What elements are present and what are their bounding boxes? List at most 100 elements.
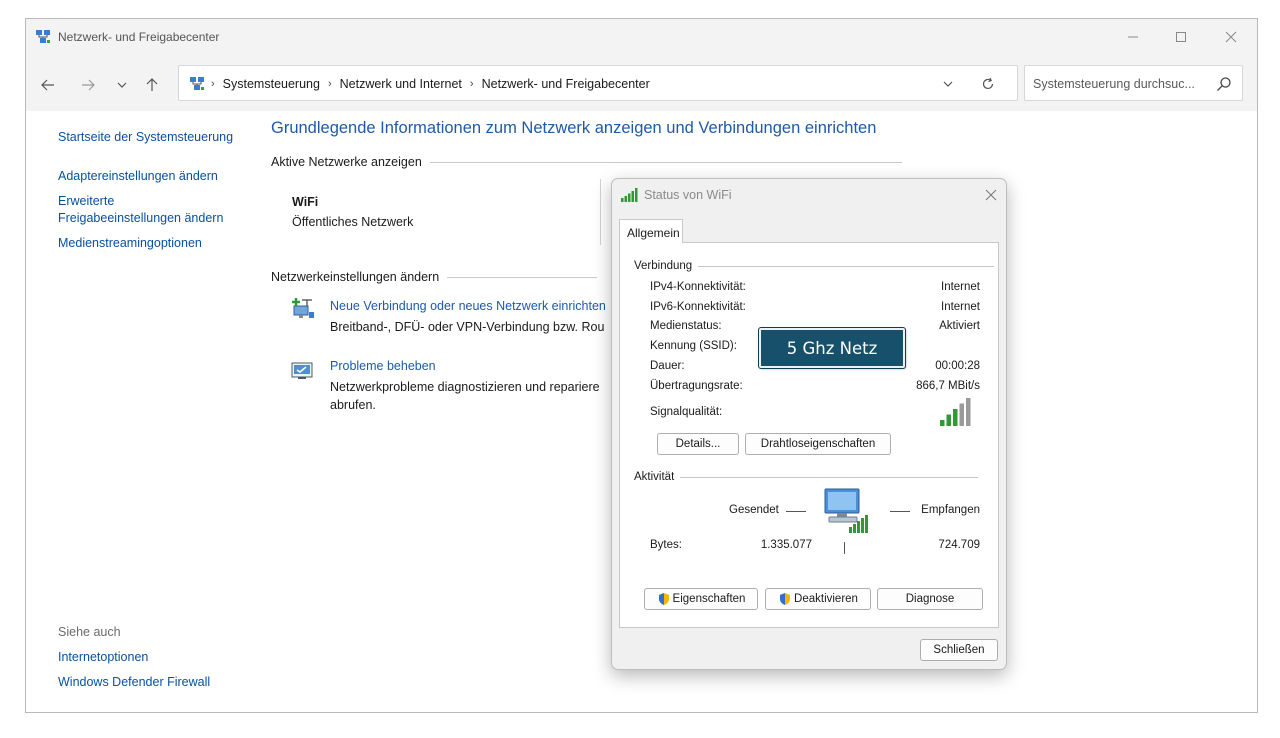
minimize-button[interactable]: [1110, 19, 1156, 55]
disable-button-label: Deaktivieren: [794, 593, 858, 605]
signal-bar: [959, 403, 964, 426]
see-also-firewall[interactable]: Windows Defender Firewall: [58, 675, 210, 689]
close-window-button[interactable]: [1208, 19, 1254, 55]
wireless-properties-button[interactable]: Drahtloseigenschaften: [745, 433, 891, 455]
divider: [447, 276, 598, 278]
chevron-down-icon: [117, 82, 127, 88]
network-computer-icon: [824, 488, 868, 533]
shield-icon: [780, 593, 791, 605]
tab-general[interactable]: Allgemein: [619, 219, 683, 243]
disable-button[interactable]: Deaktivieren: [765, 588, 871, 610]
title-bar: Netzwerk- und Freigabecenter: [26, 19, 1257, 55]
bytes-label: Bytes:: [650, 539, 682, 551]
ipv4-value: Internet: [941, 281, 980, 293]
bytes-received-value: 724.709: [938, 539, 980, 551]
sidebar-item-control-panel-home[interactable]: Startseite der Systemsteuerung: [58, 129, 258, 146]
properties-button-label: Eigenschaften: [672, 593, 746, 605]
divider: [680, 476, 979, 478]
see-also-internet-options[interactable]: Internetoptionen: [58, 650, 148, 664]
back-button[interactable]: [38, 75, 58, 95]
task-new-connection-desc: Breitband-, DFÜ- oder VPN-Verbindung bzw…: [330, 320, 605, 334]
ipv6-value: Internet: [941, 301, 980, 313]
divider: [786, 511, 806, 512]
minimize-icon: [1128, 36, 1138, 38]
duration-value: 00:00:28: [935, 360, 980, 372]
window-title: Netzwerk- und Freigabecenter: [58, 30, 220, 44]
search-box[interactable]: Systemsteuerung durchsuc...: [1024, 65, 1243, 101]
breadcrumb: › Systemsteuerung › Netzwerk und Interne…: [211, 77, 650, 91]
task-troubleshoot-desc-2: abrufen.: [330, 398, 376, 412]
received-label: Empfangen: [921, 504, 980, 516]
bytes-sent-value: 1.335.077: [760, 539, 812, 551]
signal-quality-label: Signalqualität:: [650, 406, 723, 418]
search-icon: [1217, 77, 1231, 91]
close-icon: [1225, 31, 1237, 43]
active-networks-heading: Aktive Netzwerke anzeigen: [271, 155, 902, 169]
dialog-close-button[interactable]: [982, 186, 1000, 204]
divider: [429, 161, 902, 163]
general-panel: Verbindung IPv4-Konnektivität: Internet …: [619, 242, 999, 628]
breadcrumb-item[interactable]: Systemsteuerung: [223, 77, 320, 91]
activity-group: Aktivität: [634, 471, 979, 483]
see-also-heading: Siehe auch: [58, 625, 121, 639]
settings-heading: Netzwerkeinstellungen ändern: [271, 270, 598, 284]
sidebar-item-media-streaming[interactable]: Medienstreamingoptionen: [58, 235, 258, 252]
chevron-right-icon: ›: [469, 78, 474, 90]
breadcrumb-item[interactable]: Netzwerk und Internet: [340, 77, 462, 91]
new-connection-icon: [292, 298, 314, 318]
properties-button[interactable]: Eigenschaften: [644, 588, 758, 610]
activity-heading: Aktivität: [634, 471, 675, 483]
divider: [600, 179, 601, 245]
address-bar[interactable]: › Systemsteuerung › Netzwerk und Interne…: [178, 65, 1018, 101]
media-status-label: Medienstatus:: [650, 320, 722, 332]
ssid-callout: 5 Ghz Netz: [758, 327, 906, 369]
search-input[interactable]: Systemsteuerung durchsuc...: [1033, 77, 1195, 91]
network-name: WiFi: [292, 195, 319, 209]
signal-icon: [621, 188, 638, 202]
divider: [698, 265, 995, 267]
troubleshoot-icon: [291, 362, 313, 379]
connection-heading: Verbindung: [634, 260, 693, 272]
sidebar-item-advanced-sharing[interactable]: Erweiterte Freigabeeinstellungen ändern: [58, 193, 238, 227]
refresh-button[interactable]: [979, 75, 997, 93]
sent-label: Gesendet: [729, 504, 779, 516]
arrow-right-icon: [82, 79, 95, 91]
page-title: Grundlegende Informationen zum Netzwerk …: [271, 119, 877, 137]
settings-heading-text: Netzwerkeinstellungen ändern: [271, 270, 440, 284]
close-icon: [985, 189, 997, 201]
signal-bar: [946, 414, 951, 426]
close-dialog-button[interactable]: Schließen: [920, 639, 998, 661]
network-type[interactable]: Öffentliches Netzwerk: [292, 215, 413, 229]
details-button[interactable]: Details...: [657, 433, 739, 455]
signal-quality-bars: [940, 398, 971, 426]
address-row: › Systemsteuerung › Netzwerk und Interne…: [26, 55, 1257, 111]
task-troubleshoot-link[interactable]: Probleme beheben: [330, 359, 436, 373]
task-troubleshoot-desc: Netzwerkprobleme diagnostizieren und rep…: [330, 380, 600, 394]
speed-value: 866,7 MBit/s: [916, 380, 980, 392]
breadcrumb-item[interactable]: Netzwerk- und Freigabecenter: [482, 77, 650, 91]
maximize-icon: [1176, 32, 1186, 42]
address-dropdown-button[interactable]: [939, 75, 957, 93]
task-new-connection-link[interactable]: Neue Verbindung oder neues Netzwerk einr…: [330, 299, 606, 313]
diagnose-button[interactable]: Diagnose: [877, 588, 983, 610]
duration-label: Dauer:: [650, 360, 685, 372]
connection-group: Verbindung: [634, 260, 995, 272]
network-center-icon: [36, 30, 50, 43]
chevron-down-icon: [943, 81, 953, 87]
active-networks-heading-text: Aktive Netzwerke anzeigen: [271, 155, 422, 169]
arrow-left-icon: [41, 79, 54, 91]
signal-bar: [953, 409, 958, 426]
maximize-button[interactable]: [1158, 19, 1204, 55]
up-button[interactable]: [142, 75, 162, 95]
signal-bar: [940, 420, 945, 426]
shield-icon: [658, 593, 669, 605]
ssid-label: Kennung (SSID):: [650, 340, 737, 352]
recent-locations-button[interactable]: [112, 75, 132, 95]
wifi-status-dialog: Status von WiFi Allgemein Verbindung IPv…: [611, 178, 1007, 670]
forward-button[interactable]: [78, 75, 98, 95]
divider: [890, 511, 910, 512]
sidebar-item-adapter-settings[interactable]: Adaptereinstellungen ändern: [58, 168, 258, 185]
refresh-icon: [982, 77, 994, 90]
divider: [844, 542, 845, 554]
control-panel-icon: [190, 77, 204, 90]
